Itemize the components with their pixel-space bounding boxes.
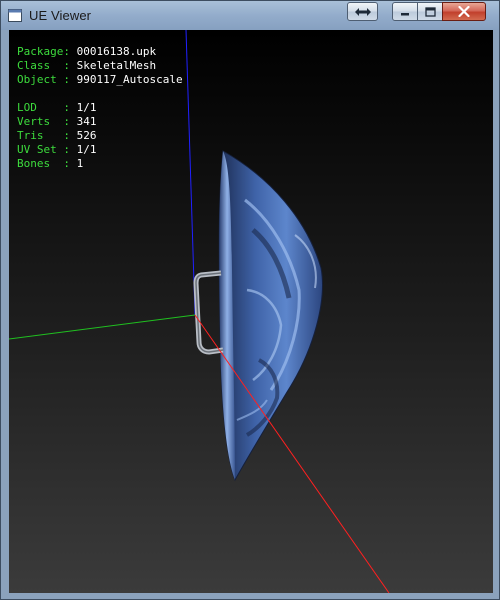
info-row-uvset: UV Set : 1/1	[17, 143, 183, 157]
maximize-button[interactable]	[417, 2, 443, 21]
app-icon	[8, 9, 22, 22]
minimize-button[interactable]	[392, 2, 418, 21]
mesh-info-panel: Package: 00016138.upk Class : SkeletalMe…	[17, 45, 183, 171]
double-arrow-icon	[354, 7, 371, 16]
info-row-lod: LOD : 1/1	[17, 101, 183, 115]
uvset-value: 1/1	[76, 143, 97, 156]
3d-viewport[interactable]: Package: 00016138.upk Class : SkeletalMe…	[9, 30, 493, 593]
class-label: Class :	[17, 59, 77, 72]
close-icon	[458, 6, 470, 17]
close-button[interactable]	[442, 2, 486, 21]
info-row-tris: Tris : 526	[17, 129, 183, 143]
minimize-icon	[401, 12, 409, 15]
title-bar[interactable]: UE Viewer	[1, 1, 499, 30]
y-axis-line	[9, 314, 196, 340]
info-row-object: Object : 990117_Autoscale	[17, 73, 183, 87]
app-window: UE Viewer Package: 00016138.upk Class: …	[0, 0, 500, 600]
bones-value: 1	[76, 157, 84, 170]
package-value: 00016138.upk	[76, 45, 157, 58]
bones-label: Bones :	[17, 157, 77, 170]
object-value: 990117_Autoscale	[76, 73, 183, 86]
verts-value: 341	[76, 115, 97, 128]
shield-mesh	[193, 150, 323, 482]
verts-label: Verts :	[17, 115, 77, 128]
uvset-label: UV Set :	[17, 143, 77, 156]
lod-label: LOD :	[17, 101, 77, 114]
tris-label: Tris :	[17, 129, 77, 142]
info-row-verts: Verts : 341	[17, 115, 183, 129]
info-row-class: Class : SkeletalMesh	[17, 59, 183, 73]
object-label: Object :	[17, 73, 77, 86]
info-row-package: Package: 00016138.upk	[17, 45, 183, 59]
info-row-bones: Bones : 1	[17, 157, 183, 171]
window-title: UE Viewer	[29, 8, 92, 23]
tris-value: 526	[76, 129, 97, 142]
z-axis-line	[185, 30, 196, 316]
lod-value: 1/1	[76, 101, 97, 114]
extra-window-button[interactable]	[347, 2, 378, 21]
maximize-icon	[424, 6, 436, 17]
package-label: Package:	[17, 45, 77, 58]
class-value: SkeletalMesh	[76, 59, 157, 72]
